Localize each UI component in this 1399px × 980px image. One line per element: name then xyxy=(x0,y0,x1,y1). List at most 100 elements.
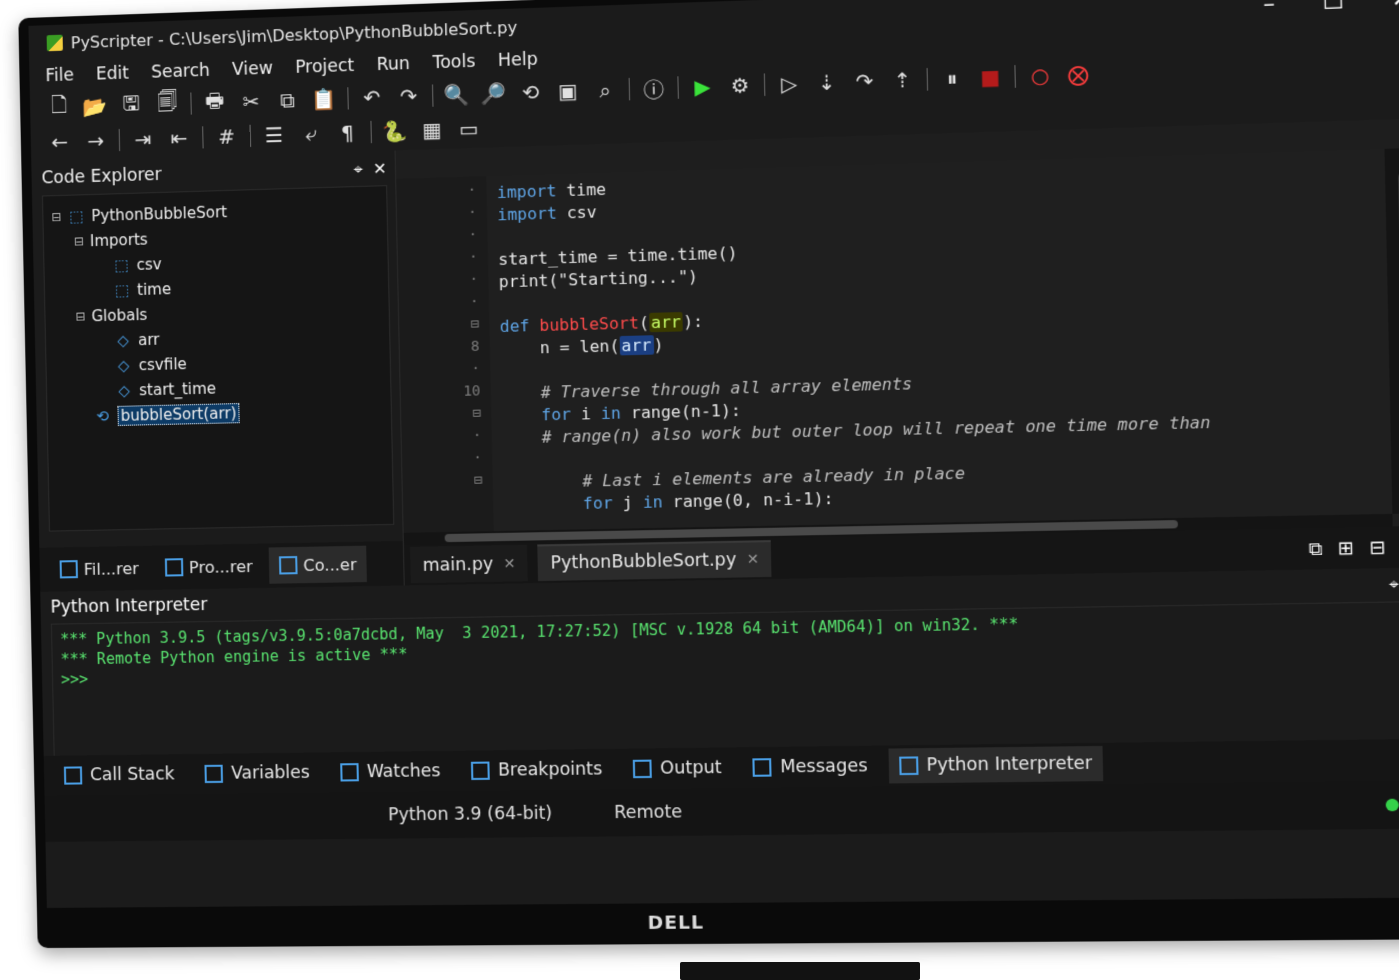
menu-view[interactable]: View xyxy=(232,59,273,81)
save-button[interactable]: 🖫 xyxy=(118,92,145,119)
menu-tools[interactable]: Tools xyxy=(432,52,475,74)
wrap-button[interactable]: ⤶ xyxy=(297,120,324,147)
find-icon: ⌕ xyxy=(599,78,611,103)
back-button[interactable]: ← xyxy=(47,128,74,155)
cut-button[interactable]: ✂ xyxy=(238,88,265,115)
save-all-button[interactable]: 🗐 xyxy=(154,91,181,118)
run-button[interactable]: ▶ xyxy=(689,73,717,100)
split-tab-icon[interactable]: ⊟ xyxy=(1369,536,1386,558)
code-area[interactable]: import time import csv start_time = time.t… xyxy=(486,149,1392,531)
line-gutter: · · · · · · ⊟ 8 · 10 ⊟ · · ⊟ xyxy=(396,176,494,533)
code-token: for xyxy=(501,404,571,425)
redo-button[interactable]: ↷ xyxy=(395,83,422,110)
redo-icon: ↷ xyxy=(400,84,418,109)
copy-button[interactable]: ⧉ xyxy=(274,87,301,114)
tree-node-label: csvfile xyxy=(138,355,186,374)
step-out-button[interactable]: ⇡ xyxy=(889,66,917,94)
menu-edit[interactable]: Edit xyxy=(96,63,129,84)
step-into-button[interactable]: ⇣ xyxy=(813,69,841,97)
screenshot-button[interactable]: ▣ xyxy=(554,77,581,104)
menu-run[interactable]: Run xyxy=(376,54,410,75)
python-interpreter-panel: Python Interpreter ⌖ ✕ *** Python 3.9.5 … xyxy=(40,567,1399,842)
code-editor-panel: · · · · · · ⊟ 8 · 10 ⊟ · · ⊟ import time import csv sta… xyxy=(396,118,1399,585)
menu-help[interactable]: Help xyxy=(498,49,538,71)
indent-button[interactable]: ⇥ xyxy=(130,126,157,153)
stop-button[interactable]: ■ xyxy=(976,63,1004,91)
menu-search[interactable]: Search xyxy=(151,61,210,83)
debug-tab[interactable]: Output xyxy=(623,750,733,786)
close-button[interactable]: ✕ xyxy=(1391,0,1399,12)
gutter-line: · xyxy=(398,271,489,296)
editor-tab[interactable]: main.py ✕ xyxy=(410,545,528,584)
list-button[interactable]: ☰ xyxy=(261,122,288,149)
comment-button[interactable]: # xyxy=(213,123,240,150)
open-file-button[interactable]: 📂 xyxy=(82,93,109,120)
debug-tab[interactable]: Watches xyxy=(330,754,451,790)
search-button[interactable]: 🔍 xyxy=(443,81,470,108)
code-token: n = len( xyxy=(500,336,620,358)
explorer-tab[interactable]: Co...er xyxy=(268,546,367,584)
paste-button[interactable]: 📋 xyxy=(311,86,338,113)
explorer-tab[interactable]: Pro...rer xyxy=(154,548,263,586)
explorer-tab-label: Co...er xyxy=(303,554,357,574)
new-file-button[interactable]: 🗋 xyxy=(46,94,73,121)
pin-icon[interactable]: ⌖ xyxy=(353,160,363,180)
gutter-line: · xyxy=(397,204,488,229)
debug-tab[interactable]: Python Interpreter xyxy=(888,746,1103,784)
forward-button[interactable]: → xyxy=(83,127,110,154)
tree-expander-icon[interactable]: ⊟ xyxy=(73,309,87,323)
gutter-line: · xyxy=(396,182,487,207)
monitor-stand xyxy=(680,962,920,980)
tree-node-label: PythonBubbleSort xyxy=(91,203,227,225)
undo-button[interactable]: ↶ xyxy=(358,84,385,111)
code-token: ) xyxy=(653,335,663,355)
run-to-cursor-button[interactable]: ▷ xyxy=(775,70,803,98)
python-console[interactable]: *** Python 3.9.5 (tags/v3.9.5:0a7dcbd, M… xyxy=(51,601,1399,760)
debug-tab[interactable]: Call Stack xyxy=(54,757,185,793)
clear-breakpoints-button[interactable]: ⨂ xyxy=(1064,60,1092,88)
pin-icon[interactable]: ⌖ xyxy=(1389,574,1399,595)
debug-button[interactable]: ⚙ xyxy=(726,72,754,99)
gutter-line: · xyxy=(397,227,488,252)
code-editor[interactable]: · · · · · · ⊟ 8 · 10 ⊟ · · ⊟ import time import csv sta… xyxy=(396,149,1392,533)
close-panel-icon[interactable]: ✕ xyxy=(373,159,387,180)
close-tab-icon[interactable]: ✕ xyxy=(503,556,515,572)
python-button[interactable]: 🐍 xyxy=(382,118,409,145)
close-tab-icon[interactable]: ✕ xyxy=(747,552,760,569)
explorer-tab[interactable]: Fil...rer xyxy=(49,550,149,588)
print-button[interactable]: 🖶 xyxy=(201,89,228,116)
window-list-icon[interactable]: ⧉ xyxy=(1308,538,1322,560)
pilcrow-button[interactable]: ¶ xyxy=(334,119,361,146)
step-over-button[interactable]: ↷ xyxy=(851,68,879,96)
new-tab-icon[interactable]: ⊞ xyxy=(1337,537,1354,559)
menu-project[interactable]: Project xyxy=(295,56,355,78)
grid-button[interactable]: ▦ xyxy=(418,116,445,143)
maximize-button[interactable]: ☐ xyxy=(1322,0,1344,15)
find-button[interactable]: ⌕ xyxy=(591,76,618,103)
debug-tab-icon xyxy=(471,762,490,780)
menu-file[interactable]: File xyxy=(45,65,74,86)
search-files-button[interactable]: 🔎 xyxy=(480,80,507,107)
tree-expander-icon[interactable]: ⊟ xyxy=(72,234,86,248)
tree-node-label: bubbleSort(arr) xyxy=(117,403,239,426)
debug-tab-icon xyxy=(633,760,652,779)
replace-button[interactable]: ⟲ xyxy=(517,79,544,106)
layout-button[interactable]: ▭ xyxy=(455,115,482,142)
code-token: time xyxy=(556,180,606,201)
debug-tab-label: Variables xyxy=(231,763,310,784)
info-button[interactable]: ⓘ xyxy=(640,75,668,102)
code-token xyxy=(529,316,539,336)
tree-expander-icon[interactable]: ⊟ xyxy=(49,209,63,223)
toolbar-separator xyxy=(764,73,766,96)
dedent-button[interactable]: ⇤ xyxy=(166,125,193,152)
debug-tab[interactable]: Messages xyxy=(742,749,878,785)
pause-button[interactable]: ⏸ xyxy=(938,65,966,93)
minimize-button[interactable]: – xyxy=(1263,0,1275,17)
debug-tab-label: Messages xyxy=(780,756,868,778)
debug-tab[interactable]: Variables xyxy=(194,755,320,791)
debug-icon: ⚙ xyxy=(730,73,749,98)
editor-tab[interactable]: PythonBubbleSort.py ✕ xyxy=(538,540,772,581)
toggle-breakpoint-button[interactable]: ○ xyxy=(1026,62,1054,90)
run-icon: ▶ xyxy=(694,74,711,99)
debug-tab[interactable]: Breakpoints xyxy=(461,752,613,788)
